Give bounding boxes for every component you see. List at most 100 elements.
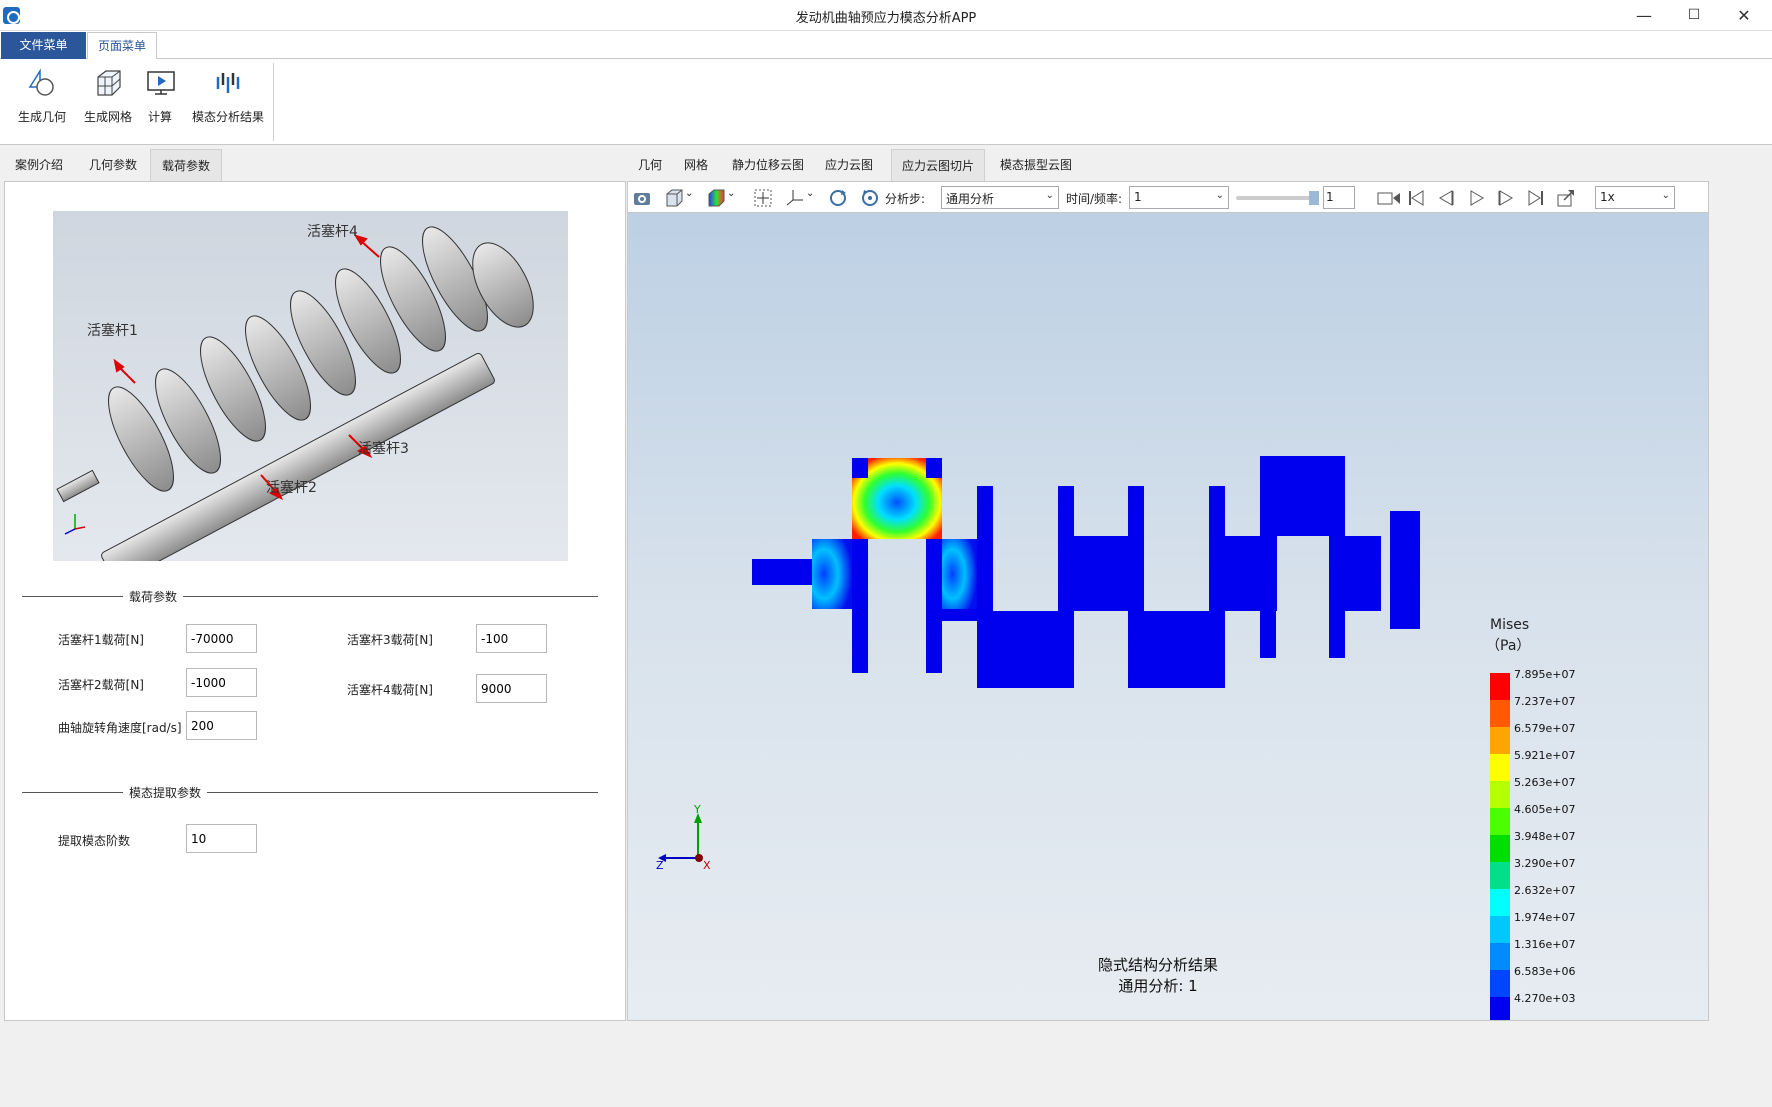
frame-slider-handle[interactable] xyxy=(1309,191,1319,205)
crank-label-rod2: 活塞杆2 xyxy=(266,480,317,496)
legend-value: 3.948e+07 xyxy=(1514,830,1576,843)
minimize-button[interactable]: — xyxy=(1620,0,1668,31)
legend-value: 7.895e+07 xyxy=(1514,668,1576,681)
axes-view-icon[interactable] xyxy=(785,188,805,208)
result-viewport[interactable]: Y Z X 隐式结构分析结果 通用分析: 1 Mises （Pa） 7.895e… xyxy=(627,213,1709,1021)
mesh-icon xyxy=(97,70,121,96)
compute-icon xyxy=(147,71,175,95)
view-cube-dropdown-icon[interactable]: ⌄ xyxy=(685,188,693,199)
render-mode-dropdown-icon[interactable]: ⌄ xyxy=(727,188,735,199)
view-cube-icon[interactable] xyxy=(664,188,684,208)
playback-speed-select[interactable]: 1x ⌄ xyxy=(1595,186,1675,209)
analysis-step-label: 分析步: xyxy=(885,192,926,206)
tab-stress-contour[interactable]: 应力云图 xyxy=(817,149,881,181)
crank-label-rod1: 活塞杆1 xyxy=(87,323,138,339)
stress-slice-plot: Y Z X xyxy=(656,456,1420,872)
menu-tab-file[interactable]: 文件菜单 xyxy=(1,32,86,59)
export-icon[interactable] xyxy=(1556,188,1576,208)
menu-bar: 文件菜单 页面菜单 xyxy=(0,31,1772,59)
modal-order-input[interactable] xyxy=(186,824,257,853)
compute-button[interactable]: 计算 xyxy=(145,67,175,125)
legend-value: 3.290e+07 xyxy=(1514,857,1576,870)
axis-z-label: Z xyxy=(656,859,664,872)
last-frame-icon[interactable] xyxy=(1526,188,1546,208)
legend-unit: （Pa） xyxy=(1486,638,1531,654)
modal-result-label: 模态分析结果 xyxy=(191,110,264,124)
rod4-load-label: 活塞杆4载荷[N] xyxy=(347,683,433,697)
tab-mode-shape[interactable]: 模态振型云图 xyxy=(989,149,1083,181)
tab-stress-slice[interactable]: 应力云图切片 xyxy=(891,149,985,181)
tab-geometry[interactable]: 几何 xyxy=(627,149,673,181)
rod1-load-label: 活塞杆1载荷[N] xyxy=(58,633,144,647)
rod3-load-label: 活塞杆3载荷[N] xyxy=(347,633,433,647)
legend-swatch xyxy=(1490,997,1510,1020)
rod3-load-input[interactable] xyxy=(476,624,547,653)
title-bar: 发动机曲轴预应力模态分析APP — ☐ ✕ xyxy=(0,0,1772,31)
generate-mesh-label: 生成网格 xyxy=(83,110,132,124)
legend-title: Mises xyxy=(1490,617,1530,633)
ribbon: 生成几何 生成网格 计算 模态分析结果 xyxy=(0,59,1772,145)
legend-swatch xyxy=(1490,862,1510,889)
window-title: 发动机曲轴预应力模态分析APP xyxy=(795,11,977,26)
legend-value: 2.632e+07 xyxy=(1514,884,1576,897)
tab-mesh[interactable]: 网格 xyxy=(673,149,719,181)
legend-value: 4.270e+03 xyxy=(1514,992,1576,1005)
play-icon[interactable] xyxy=(1466,188,1486,208)
close-button[interactable]: ✕ xyxy=(1720,0,1768,31)
generate-mesh-button[interactable]: 生成网格 xyxy=(80,67,136,125)
camera-icon[interactable] xyxy=(632,188,652,208)
modal-group-divider xyxy=(22,792,598,793)
legend-value: 6.579e+07 xyxy=(1514,722,1576,735)
legend-swatch xyxy=(1490,970,1510,997)
legend-swatch xyxy=(1490,781,1510,808)
time-frequency-select[interactable]: 1 ⌄ xyxy=(1129,186,1229,209)
ribbon-separator xyxy=(273,63,274,141)
rod1-load-input[interactable] xyxy=(186,624,257,653)
modal-result-button[interactable]: 模态分析结果 xyxy=(188,67,268,125)
crank-label-rod4: 活塞杆4 xyxy=(307,224,358,240)
result-caption-title: 隐式结构分析结果 xyxy=(1097,956,1218,974)
crank-label-rod3: 活塞杆3 xyxy=(358,441,409,457)
axes-dropdown-icon[interactable]: ⌄ xyxy=(806,188,814,199)
speed-input[interactable] xyxy=(186,711,257,740)
rod4-load-input[interactable] xyxy=(476,674,547,703)
legend-swatch xyxy=(1490,943,1510,970)
rod2-load-label: 活塞杆2载荷[N] xyxy=(58,678,144,692)
legend-value: 1.316e+07 xyxy=(1514,938,1576,951)
tab-static-displacement[interactable]: 静力位移云图 xyxy=(721,149,815,181)
speed-label: 曲轴旋转角速度[rad/s] xyxy=(58,721,182,735)
axis-y-label: Y xyxy=(693,803,701,816)
next-frame-icon[interactable] xyxy=(1496,188,1516,208)
maximize-button[interactable]: ☐ xyxy=(1670,0,1718,31)
reset-view-icon[interactable] xyxy=(860,188,880,208)
fit-view-icon[interactable] xyxy=(753,188,773,208)
previous-frame-icon[interactable] xyxy=(1436,188,1456,208)
result-caption-step: 通用分析: 1 xyxy=(1118,977,1198,995)
render-mode-icon[interactable] xyxy=(706,188,726,208)
tab-geometry-params[interactable]: 几何参数 xyxy=(78,149,148,181)
rod2-load-input[interactable] xyxy=(186,668,257,697)
frame-slider[interactable] xyxy=(1236,196,1316,200)
first-frame-icon[interactable] xyxy=(1406,188,1426,208)
time-frequency-label: 时间/频率: xyxy=(1066,192,1123,206)
frame-spinbox[interactable]: 1 xyxy=(1323,186,1355,209)
load-params-panel: 活塞杆4 活塞杆1 活塞杆3 活塞杆2 载荷参数 活塞杆1载荷[N] 活塞杆2载… xyxy=(4,181,626,1021)
record-video-icon[interactable] xyxy=(1376,188,1402,208)
modal-order-label: 提取模态阶数 xyxy=(58,834,131,848)
generate-geometry-label: 生成几何 xyxy=(17,110,66,124)
axis-x-label: X xyxy=(703,859,711,872)
compute-label: 计算 xyxy=(147,110,172,124)
crankshaft-image: 活塞杆4 活塞杆1 活塞杆3 活塞杆2 xyxy=(53,211,568,584)
legend-value: 7.237e+07 xyxy=(1514,695,1576,708)
rotate-icon[interactable] xyxy=(828,188,848,208)
analysis-step-select[interactable]: 通用分析 ⌄ xyxy=(941,186,1059,209)
tab-load-params[interactable]: 载荷参数 xyxy=(150,149,222,181)
chevron-down-icon: ⌄ xyxy=(1661,190,1670,201)
legend-swatch xyxy=(1490,808,1510,835)
tab-case-intro[interactable]: 案例介绍 xyxy=(4,149,74,181)
legend-swatch xyxy=(1490,889,1510,916)
analysis-step-value: 通用分析 xyxy=(946,192,995,206)
menu-tab-page[interactable]: 页面菜单 xyxy=(87,32,157,59)
legend-swatch xyxy=(1490,916,1510,943)
generate-geometry-button[interactable]: 生成几何 xyxy=(14,67,70,125)
